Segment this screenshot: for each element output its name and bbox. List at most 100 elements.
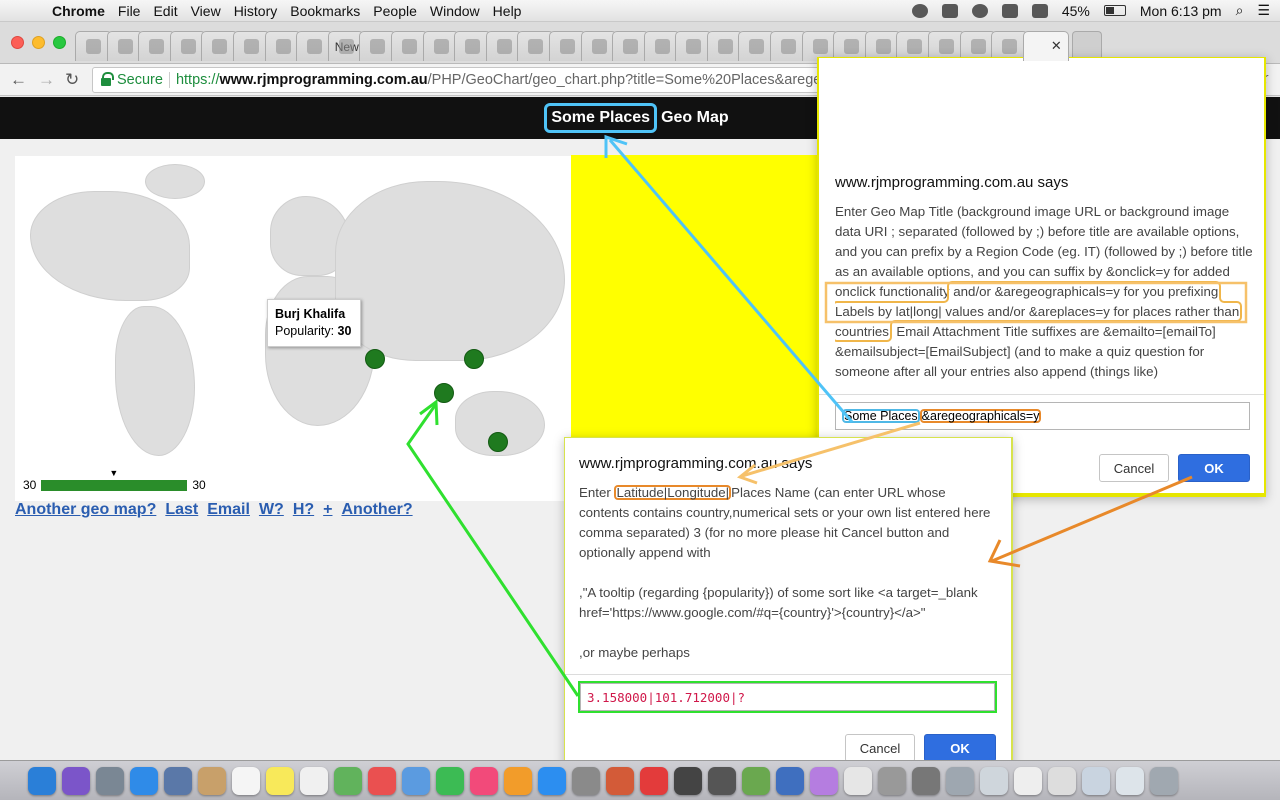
dialog1-cancel-button[interactable]: Cancel [1099,454,1169,482]
menu-history[interactable]: History [234,3,289,19]
dock-app-icon[interactable] [946,766,974,795]
dock-app-icon[interactable] [810,766,838,795]
dialog1-origin: www.rjmprogramming.com.au says [835,174,1069,191]
link-plus[interactable]: + [323,501,332,519]
volume-icon[interactable] [1031,3,1048,18]
map-marker-kuala-lumpur[interactable] [434,383,454,403]
dialog2-message-pre: Enter [579,485,615,500]
dialog2-divider [565,674,1011,675]
dock-app-icon[interactable] [606,766,634,795]
dock-app-icon[interactable] [776,766,804,795]
dock-app-icon[interactable] [62,766,90,795]
dock-app-icon[interactable] [844,766,872,795]
greenland-shape [145,164,205,199]
dock-app-icon[interactable] [1150,766,1178,795]
status-app-icon[interactable] [911,3,928,18]
page-links: Another geo map? Last Email W? H? + Anot… [15,501,413,519]
dock-app-icon[interactable] [368,766,396,795]
dock-app-icon[interactable] [1116,766,1144,795]
dialog2-ok-button[interactable]: OK [924,734,996,762]
menu-bookmarks[interactable]: Bookmarks [290,3,371,19]
dialog2-origin: www.rjmprogramming.com.au says [579,455,813,472]
dock-app-icon[interactable] [572,766,600,795]
dock-app-icon[interactable] [980,766,1008,795]
dialog1-divider [819,394,1264,395]
link-last[interactable]: Last [165,501,198,519]
map-marker-burj-khalifa[interactable] [365,349,385,369]
dock-app-icon[interactable] [470,766,498,795]
address-separator [168,72,170,88]
airplay-icon[interactable] [1001,3,1018,18]
link-h[interactable]: H? [293,501,314,519]
dialog2-input[interactable]: 3.158000|101.712000|? [580,683,995,711]
dialog1-input-suffix-part: &aregeographicals=y [921,409,1040,423]
notification-center-icon[interactable]: ☰ [1257,2,1270,19]
title-prompt-dialog: www.rjmprogramming.com.au says Enter Geo… [817,57,1266,497]
link-w[interactable]: W? [259,501,284,519]
menu-view[interactable]: View [191,3,232,19]
wifi-icon[interactable] [971,3,988,18]
dialog2-message-main: Enter Latitude|Longitude| Places Name (ca… [579,483,999,563]
dock-app-icon[interactable] [334,766,362,795]
dock-app-icon[interactable] [708,766,736,795]
forward-arrow-icon[interactable]: → [38,70,55,90]
dialog1-ok-button[interactable]: OK [1178,454,1250,482]
menu-edit[interactable]: Edit [153,3,188,19]
battery-percent: 45% [1061,2,1090,19]
dialog2-message: Enter Latitude|Longitude| Places Name (ca… [579,483,999,673]
dock-app-icon[interactable] [164,766,192,795]
close-window-button[interactable] [11,36,24,49]
dock-app-icon[interactable] [436,766,464,795]
close-tab-icon[interactable]: ✕ [1051,38,1062,54]
settings-status-icon[interactable] [941,3,958,18]
zoom-window-button[interactable] [53,36,66,49]
geo-map[interactable]: Burj Khalifa Popularity: 30 30 30 [15,156,571,501]
back-arrow-icon[interactable]: ← [10,70,27,90]
dock-app-icon[interactable] [674,766,702,795]
dialog2-cancel-button[interactable]: Cancel [845,734,915,762]
dock-app-icon[interactable] [504,766,532,795]
map-marker-australia[interactable] [488,432,508,452]
link-another[interactable]: Another? [341,501,412,519]
north-america-shape [30,191,190,301]
legend-min: 30 [23,478,37,492]
dock-app-icon[interactable] [912,766,940,795]
dialog1-message: Enter Geo Map Title (background image UR… [835,202,1253,392]
secure-label: Secure [117,72,163,88]
dock-app-icon[interactable] [300,766,328,795]
clock[interactable]: Mon 6:13 pm [1140,3,1222,19]
battery-icon[interactable] [1103,5,1126,16]
url-host: www.rjmprogramming.com.au [219,72,428,88]
dock-app-icon[interactable] [878,766,906,795]
dock-app-icon[interactable] [130,766,158,795]
tooltip-popularity-value: 30 [337,324,352,338]
link-email[interactable]: Email [207,501,250,519]
dock-app-icon[interactable] [28,766,56,795]
menu-window[interactable]: Window [430,3,491,19]
menu-help[interactable]: Help [493,3,533,19]
dock-app-icon[interactable] [232,766,260,795]
dialog2-message-more: ,or maybe perhaps [579,645,690,660]
minimize-window-button[interactable] [32,36,45,49]
dock-app-icon[interactable] [1082,766,1110,795]
dock-app-icon[interactable] [198,766,226,795]
dock-app-icon[interactable] [1048,766,1076,795]
spotlight-search-icon[interactable]: ⌕ [1236,2,1244,19]
dialog1-input-title-part: Some Places [844,409,918,423]
dock-app-icon[interactable] [742,766,770,795]
reload-icon[interactable]: ↻ [65,70,79,90]
dock-app-icon[interactable] [266,766,294,795]
menu-people[interactable]: People [373,3,428,19]
page-title-highlight: Some Places [544,103,658,133]
dock-app-icon[interactable] [640,766,668,795]
menu-file[interactable]: File [118,3,152,19]
dock-app-icon[interactable] [402,766,430,795]
menu-app-chrome[interactable]: Chrome [38,3,116,19]
dialog1-input[interactable]: Some Places &aregeographicals=y [835,402,1250,430]
dock-app-icon[interactable] [538,766,566,795]
map-marker-east-asia[interactable] [464,349,484,369]
link-another-geo-map[interactable]: Another geo map? [15,501,156,519]
dock-app-icon[interactable] [1014,766,1042,795]
active-browser-tab[interactable]: ✕ [1022,31,1069,61]
dock-app-icon[interactable] [96,766,124,795]
